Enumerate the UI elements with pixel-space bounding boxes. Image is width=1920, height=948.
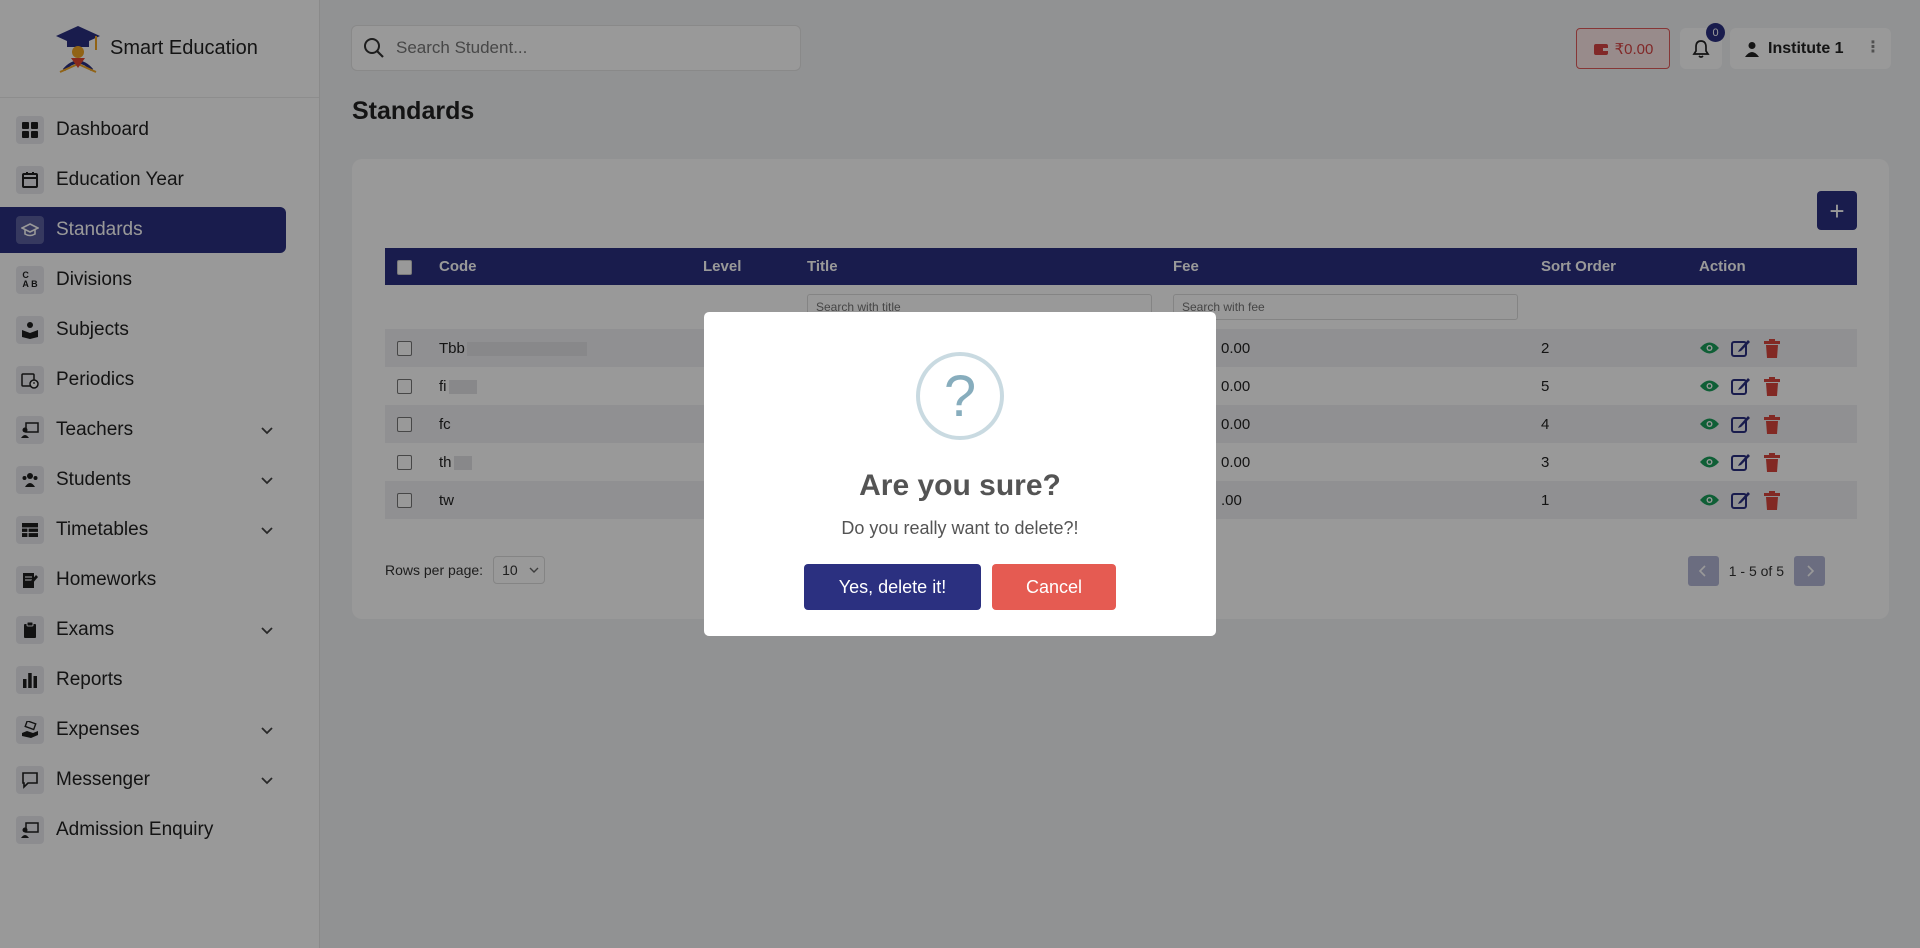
dialog-title: Are you sure? bbox=[859, 469, 1061, 502]
confirm-delete-dialog: ? Are you sure? Do you really want to de… bbox=[704, 312, 1216, 636]
cancel-button[interactable]: Cancel bbox=[992, 564, 1116, 610]
question-icon: ? bbox=[916, 352, 1004, 440]
confirm-delete-button[interactable]: Yes, delete it! bbox=[804, 564, 981, 610]
dialog-message: Do you really want to delete?! bbox=[841, 518, 1079, 538]
